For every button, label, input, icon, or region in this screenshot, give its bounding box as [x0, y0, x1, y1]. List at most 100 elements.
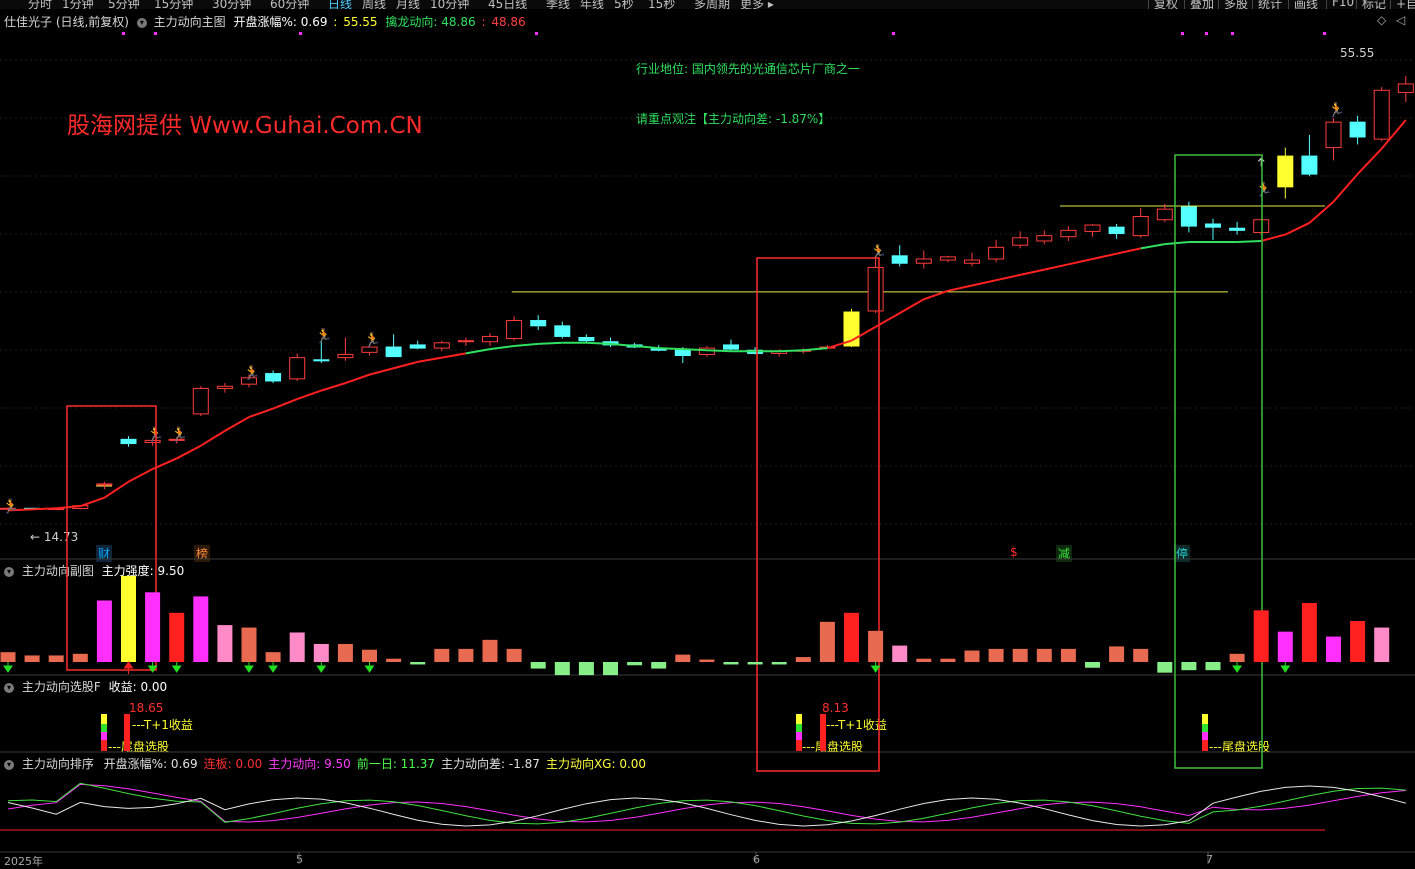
ma-seg-38 [899, 298, 925, 314]
signal-income-bar [124, 714, 130, 751]
candle-body-58 [1397, 83, 1414, 93]
force-bar-8 [193, 596, 209, 662]
ma-seg-9 [200, 430, 226, 447]
force-bar-38 [916, 658, 932, 662]
candle-body-30 [723, 344, 739, 350]
force-bar-26 [627, 662, 643, 666]
force-bar-42 [1012, 648, 1028, 662]
force-bar-30 [723, 662, 739, 665]
force-bar-0 [0, 652, 16, 662]
ma-seg-21 [489, 344, 515, 351]
candle-body-45 [1084, 224, 1101, 232]
candle-body-20 [482, 335, 498, 343]
ma-seg-54 [1284, 222, 1310, 236]
force-bar-29 [699, 659, 715, 662]
force-bar-39 [940, 658, 956, 662]
ma-seg-41 [971, 279, 997, 287]
force-bar-47 [1133, 648, 1149, 662]
runner-icon: 🏃 [1328, 101, 1345, 118]
ma-seg-53 [1260, 233, 1286, 242]
ma-seg-4 [79, 496, 105, 508]
candle-body-21 [506, 320, 523, 340]
ma-seg-29 [682, 348, 707, 352]
ma-seg-18 [417, 356, 442, 363]
ma-seg-44 [1044, 263, 1069, 271]
force-bar-7 [169, 612, 185, 662]
ma-seg-6 [128, 468, 154, 483]
runner-icon: 🏃 [364, 332, 381, 349]
force-bar-33 [795, 657, 811, 662]
force-bar-1 [24, 655, 40, 662]
force-bar-2 [48, 655, 64, 662]
force-bar-44 [1060, 648, 1076, 662]
down-arrow-icon [1280, 662, 1291, 673]
top-marker-1 [154, 32, 157, 35]
candle-body-36 [867, 266, 884, 312]
force-bar-56 [1350, 621, 1366, 662]
candle-body-9 [216, 385, 233, 389]
signal-stack-red [1202, 740, 1208, 751]
top-marker-0 [122, 32, 125, 35]
force-bar-15 [362, 649, 377, 662]
candle-body-11 [265, 373, 282, 382]
force-bar-43 [1036, 648, 1052, 662]
candle-body-38 [915, 258, 932, 264]
highlight-box-green [1174, 154, 1263, 769]
candle-body-52 [1253, 219, 1270, 233]
force-bar-17 [410, 662, 426, 665]
signal-stack-magenta [796, 732, 802, 740]
kline-chart[interactable]: 🏃🏃 🏃🏃🏃 🏃🏃🏃🏃 [0, 0, 1415, 864]
candle-body-55 [1325, 121, 1342, 149]
signal-stack-red [796, 740, 802, 751]
force-bar-57 [1374, 627, 1390, 662]
top-marker-7 [1231, 32, 1234, 35]
force-bar-41 [988, 648, 1004, 662]
force-bar-4 [96, 600, 112, 662]
force-bar-16 [386, 658, 402, 662]
ma-seg-30 [706, 349, 732, 353]
candle-body-14 [337, 353, 354, 359]
ma-seg-56 [1332, 173, 1359, 203]
ma-seg-34 [803, 347, 828, 352]
ma-seg-26 [610, 342, 635, 347]
force-bar-9 [217, 625, 233, 662]
force-bar-46 [1109, 646, 1125, 662]
candle-body-28 [674, 349, 691, 357]
down-arrow-icon [171, 662, 182, 673]
candle-body-40 [964, 259, 980, 264]
up-arrow-red-icon [123, 661, 134, 674]
signal-stack-yellow [796, 714, 802, 724]
ma-seg-25 [586, 341, 611, 345]
ma-seg-57 [1356, 147, 1383, 175]
ma-seg-19 [441, 352, 467, 359]
candle-body-44 [1060, 229, 1077, 238]
force-bar-52 [1253, 610, 1269, 662]
force-bar-28 [675, 654, 691, 662]
signal-stack-yellow [101, 714, 107, 724]
force-bar-23 [554, 662, 570, 676]
ma-seg-40 [947, 284, 973, 292]
force-bar-37 [892, 645, 908, 662]
force-bar-55 [1326, 636, 1341, 662]
ma-seg-8 [176, 444, 202, 460]
force-bar-21 [506, 648, 522, 662]
candle-body-50 [1205, 223, 1221, 228]
force-bar-14 [337, 643, 353, 662]
candle-body-23 [554, 325, 571, 337]
candle-body-13 [313, 359, 330, 362]
top-marker-3 [535, 32, 538, 35]
candle-body-49 [1180, 206, 1197, 227]
ma-seg-22 [514, 342, 539, 347]
candle-body-24 [578, 336, 595, 342]
ma-seg-12 [272, 398, 298, 410]
ma-seg-28 [658, 347, 683, 351]
runner-icon: 🏃 [315, 327, 332, 344]
force-bar-18 [434, 648, 450, 662]
top-marker-6 [1205, 32, 1208, 35]
ma-seg-15 [345, 373, 370, 385]
ma-seg-55 [1308, 200, 1335, 224]
candle-body-37 [891, 255, 908, 264]
ma-seg-42 [995, 273, 1021, 282]
top-marker-5 [1181, 32, 1184, 35]
force-bar-48 [1157, 662, 1173, 673]
